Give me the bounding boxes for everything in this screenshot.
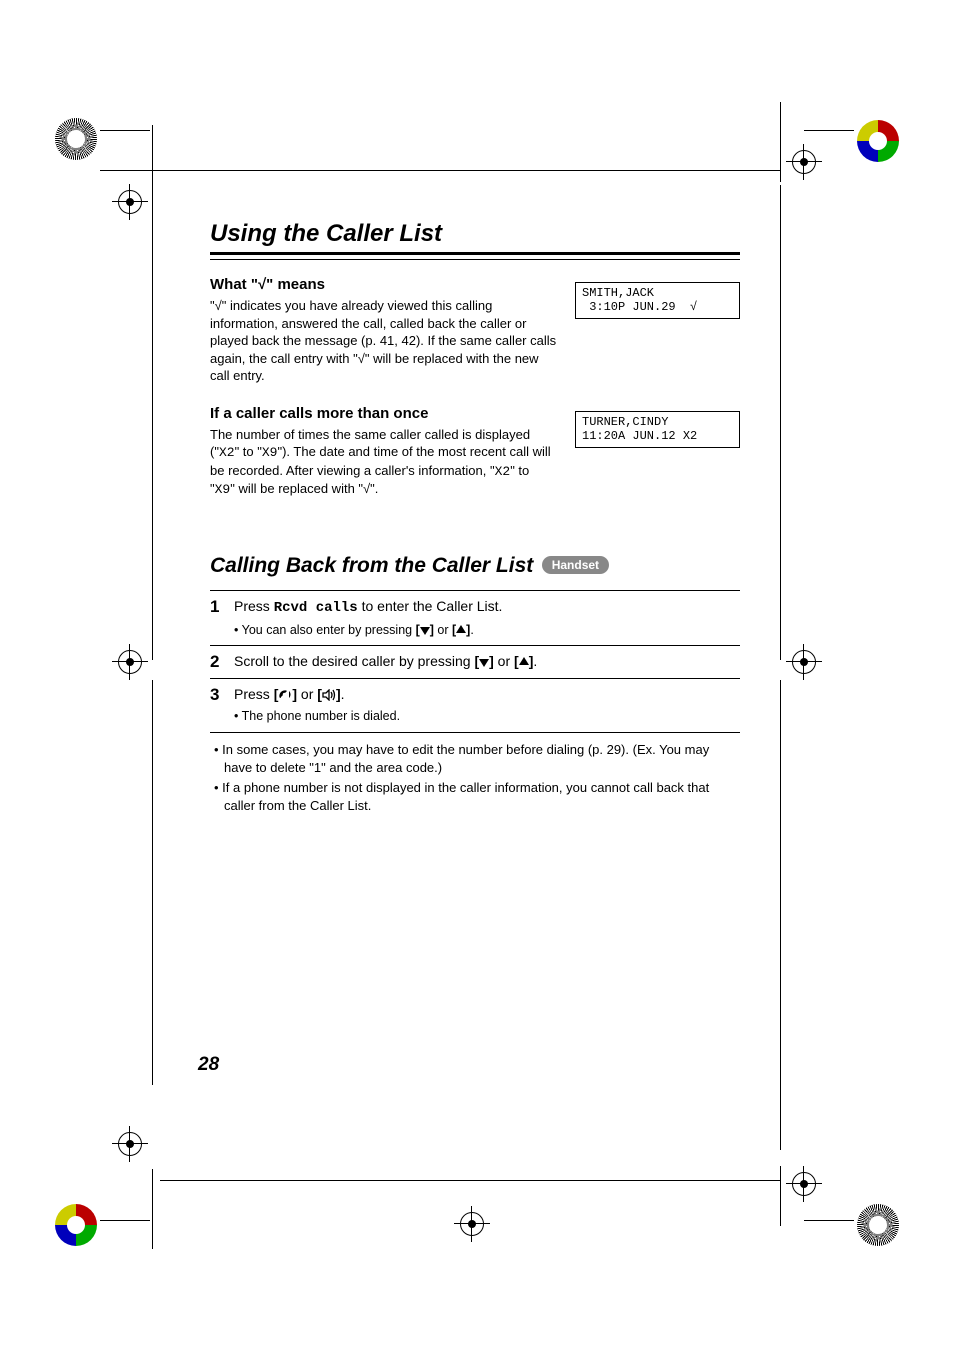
text: " to " <box>235 444 262 459</box>
multi-heading: If a caller calls more than once <box>210 405 557 422</box>
steps-list: 1 Press Rcvd calls to enter the Caller L… <box>210 590 740 733</box>
step-1: 1 Press Rcvd calls to enter the Caller L… <box>210 590 740 645</box>
crop-mark-bottom-left-rosette <box>55 1204 97 1246</box>
code-text: X2 <box>495 464 511 479</box>
page-title: Using the Caller List <box>210 220 740 248</box>
lcd-display-multi: TURNER,CINDY 11:20A JUN.12 X2 <box>575 411 740 448</box>
phone-handset-icon <box>278 686 292 702</box>
text: Press <box>234 686 274 702</box>
key-label: Rcvd calls <box>274 600 358 616</box>
checkmark-body: "√" indicates you have already viewed th… <box>210 297 557 385</box>
crop-mark-top-left-rosette <box>55 118 97 160</box>
crop-line <box>160 1180 780 1181</box>
lcd-line: 3:10P JUN.29 √ <box>582 300 697 314</box>
multi-body: The number of times the same caller call… <box>210 426 557 499</box>
text: to enter the Caller List. <box>358 598 503 614</box>
page-content: Using the Caller List What "√" means "√"… <box>210 220 740 817</box>
section-checkmark: What "√" means "√" indicates you have al… <box>210 276 740 385</box>
checkmark-symbol: √ <box>258 276 266 293</box>
lcd-display-checkmark: SMITH,JACK 3:10P JUN.29 √ <box>575 282 740 319</box>
reg-mark-mid-left <box>118 650 142 674</box>
lcd-line: TURNER,CINDY <box>582 415 668 429</box>
crop-line <box>152 1169 153 1249</box>
reg-mark-top-left <box>118 190 142 214</box>
text: " will be replaced with " <box>230 481 363 496</box>
up-arrow-icon <box>519 653 529 669</box>
crop-mark-top-right-rosette <box>857 120 899 162</box>
step-number: 3 <box>210 685 226 725</box>
text: Press <box>234 598 274 614</box>
step-2: 2 Scroll to the desired caller by pressi… <box>210 645 740 678</box>
text: Scroll to the desired caller by pressing <box>234 653 474 669</box>
handset-pill: Handset <box>542 556 609 574</box>
step-number: 2 <box>210 652 226 672</box>
up-arrow-icon <box>456 623 466 637</box>
checkmark-symbol: √ <box>358 351 365 366</box>
text: ". <box>370 481 378 496</box>
crop-line <box>804 1220 854 1221</box>
crop-line <box>152 680 153 1085</box>
crop-line <box>780 680 781 1150</box>
code-text: X9 <box>215 482 231 497</box>
down-arrow-icon <box>420 623 430 637</box>
page-number: 28 <box>198 1054 219 1076</box>
crop-line <box>780 1166 781 1226</box>
crop-line <box>100 170 780 171</box>
calling-back-title: Calling Back from the Caller List <box>210 554 533 577</box>
reg-mark-mid-right <box>792 650 816 674</box>
down-arrow-icon <box>479 653 489 669</box>
section-calling-back-header: Calling Back from the Caller List Handse… <box>210 554 740 578</box>
crop-line <box>152 185 153 660</box>
section-multi-call: If a caller calls more than once The num… <box>210 405 740 499</box>
crop-line <box>100 1220 150 1221</box>
text: or <box>297 686 317 702</box>
text: or <box>434 623 452 637</box>
crop-line <box>152 125 153 185</box>
text: What " <box>210 276 258 293</box>
code-text: X9 <box>262 445 278 460</box>
note-1: • In some cases, you may have to edit th… <box>210 741 740 777</box>
code-text: X2 <box>219 445 235 460</box>
checkmark-symbol: √ <box>215 298 222 313</box>
text: . <box>470 623 473 637</box>
step-number: 1 <box>210 597 226 639</box>
reg-mark-bottom-right <box>792 1172 816 1196</box>
reg-mark-bottom-center <box>460 1212 484 1236</box>
title-rule <box>210 252 740 260</box>
step-3-sub: • The phone number is dialed. <box>234 708 740 726</box>
crop-line <box>780 185 781 660</box>
reg-mark-top-right <box>792 150 816 174</box>
crop-line <box>780 102 781 182</box>
text: . <box>533 653 537 669</box>
lcd-line: SMITH,JACK <box>582 286 654 300</box>
text: or <box>494 653 514 669</box>
checkmark-heading: What "√" means <box>210 276 557 293</box>
lcd-line: 11:20A JUN.12 X2 <box>582 429 697 443</box>
step-3: 3 Press [] or []. • The phone number is … <box>210 678 740 732</box>
reg-mark-bottom-left <box>118 1132 142 1156</box>
text: • You can also enter by pressing <box>234 623 416 637</box>
speakerphone-icon <box>322 686 336 702</box>
crop-line <box>100 130 150 131</box>
text: " means <box>266 276 325 293</box>
text: . <box>341 686 345 702</box>
crop-line <box>804 130 854 131</box>
step-1-sub: • You can also enter by pressing [] or [… <box>234 622 740 640</box>
note-2: • If a phone number is not displayed in … <box>210 779 740 815</box>
crop-mark-bottom-right-rosette <box>857 1204 899 1246</box>
notes: • In some cases, you may have to edit th… <box>210 741 740 816</box>
